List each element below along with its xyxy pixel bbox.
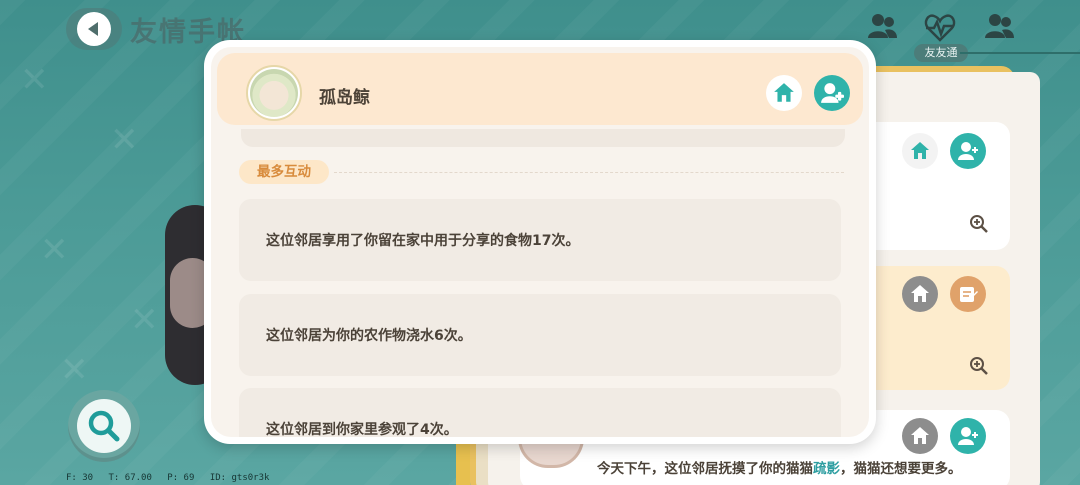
- modal-body: 孤岛鲸 最多互动 这位邻居享用了你留在家中用于分享的食物17次。 这位邻居为你的…: [211, 47, 869, 437]
- debug-fps: F: 30: [66, 473, 94, 483]
- note-button[interactable]: [950, 276, 986, 312]
- scrolled-card-edge: [241, 129, 845, 147]
- modal-header: 孤岛鲸: [217, 53, 863, 125]
- note-icon: [960, 287, 978, 302]
- zoom-in-icon[interactable]: [968, 213, 990, 235]
- add-friend-icon: [958, 427, 978, 445]
- activity-text-after: ，猫猫还想要更多。: [840, 461, 962, 477]
- panel-edge: [456, 440, 470, 485]
- tab-underline: [960, 52, 1080, 54]
- debug-stats: F: 30 T: 67.00 P: 69 ID: gts0r3k: [66, 473, 279, 483]
- home-icon: [774, 83, 794, 102]
- interaction-item: 这位邻居享用了你留在家中用于分享的食物17次。: [239, 199, 841, 281]
- cat-name[interactable]: 疏影: [813, 461, 840, 477]
- interaction-item: 这位邻居为你的农作物浇水6次。: [239, 294, 841, 376]
- pulse-heart-icon[interactable]: [923, 10, 957, 44]
- activity-text: 今天下午，这位邻居抚摸了你的猫猫疏影，猫猫还想要更多。: [597, 457, 962, 477]
- home-icon: [911, 285, 929, 302]
- decor-mark: ✕: [40, 230, 69, 270]
- interaction-item: 这位邻居到你家里参观了4次。: [239, 388, 841, 437]
- home-button[interactable]: [902, 133, 938, 169]
- back-button[interactable]: [66, 8, 122, 50]
- home-icon: [911, 427, 929, 444]
- debug-ping: P: 69: [167, 473, 195, 483]
- search-icon: [88, 410, 120, 442]
- friend-name: 孤岛鲸: [319, 88, 370, 108]
- decor-mark: ✕: [110, 120, 139, 160]
- section-divider: [334, 172, 844, 173]
- friend-detail-modal: 孤岛鲸 最多互动 这位邻居享用了你留在家中用于分享的食物17次。 这位邻居为你的…: [204, 40, 876, 444]
- debug-time: T: 67.00: [108, 473, 152, 483]
- home-button[interactable]: [902, 276, 938, 312]
- decor-mark: ✕: [20, 60, 49, 100]
- add-friend-icon: [821, 83, 844, 103]
- friends-icon[interactable]: [865, 10, 899, 44]
- friend-avatar[interactable]: [246, 65, 302, 121]
- zoom-in-icon[interactable]: [968, 355, 990, 377]
- add-friend-icon: [958, 142, 978, 160]
- activity-text-before: 今天下午，这位邻居抚摸了你的猫猫: [597, 461, 813, 477]
- friend-avatar-image: [250, 69, 298, 117]
- add-friend-button[interactable]: [950, 418, 986, 454]
- add-friend-button[interactable]: [950, 133, 986, 169]
- search-button[interactable]: [68, 390, 140, 462]
- home-icon: [911, 142, 929, 159]
- friends-icon[interactable]: [982, 10, 1016, 44]
- debug-id: ID: gts0r3k: [209, 473, 270, 483]
- decor-mark: ✕: [60, 350, 89, 390]
- back-arrow-icon: [77, 12, 111, 46]
- home-button[interactable]: [902, 418, 938, 454]
- visit-home-button[interactable]: [766, 75, 802, 111]
- section-label: 最多互动: [239, 160, 329, 184]
- add-friend-button[interactable]: [814, 75, 850, 111]
- decor-mark: ✕: [130, 300, 159, 340]
